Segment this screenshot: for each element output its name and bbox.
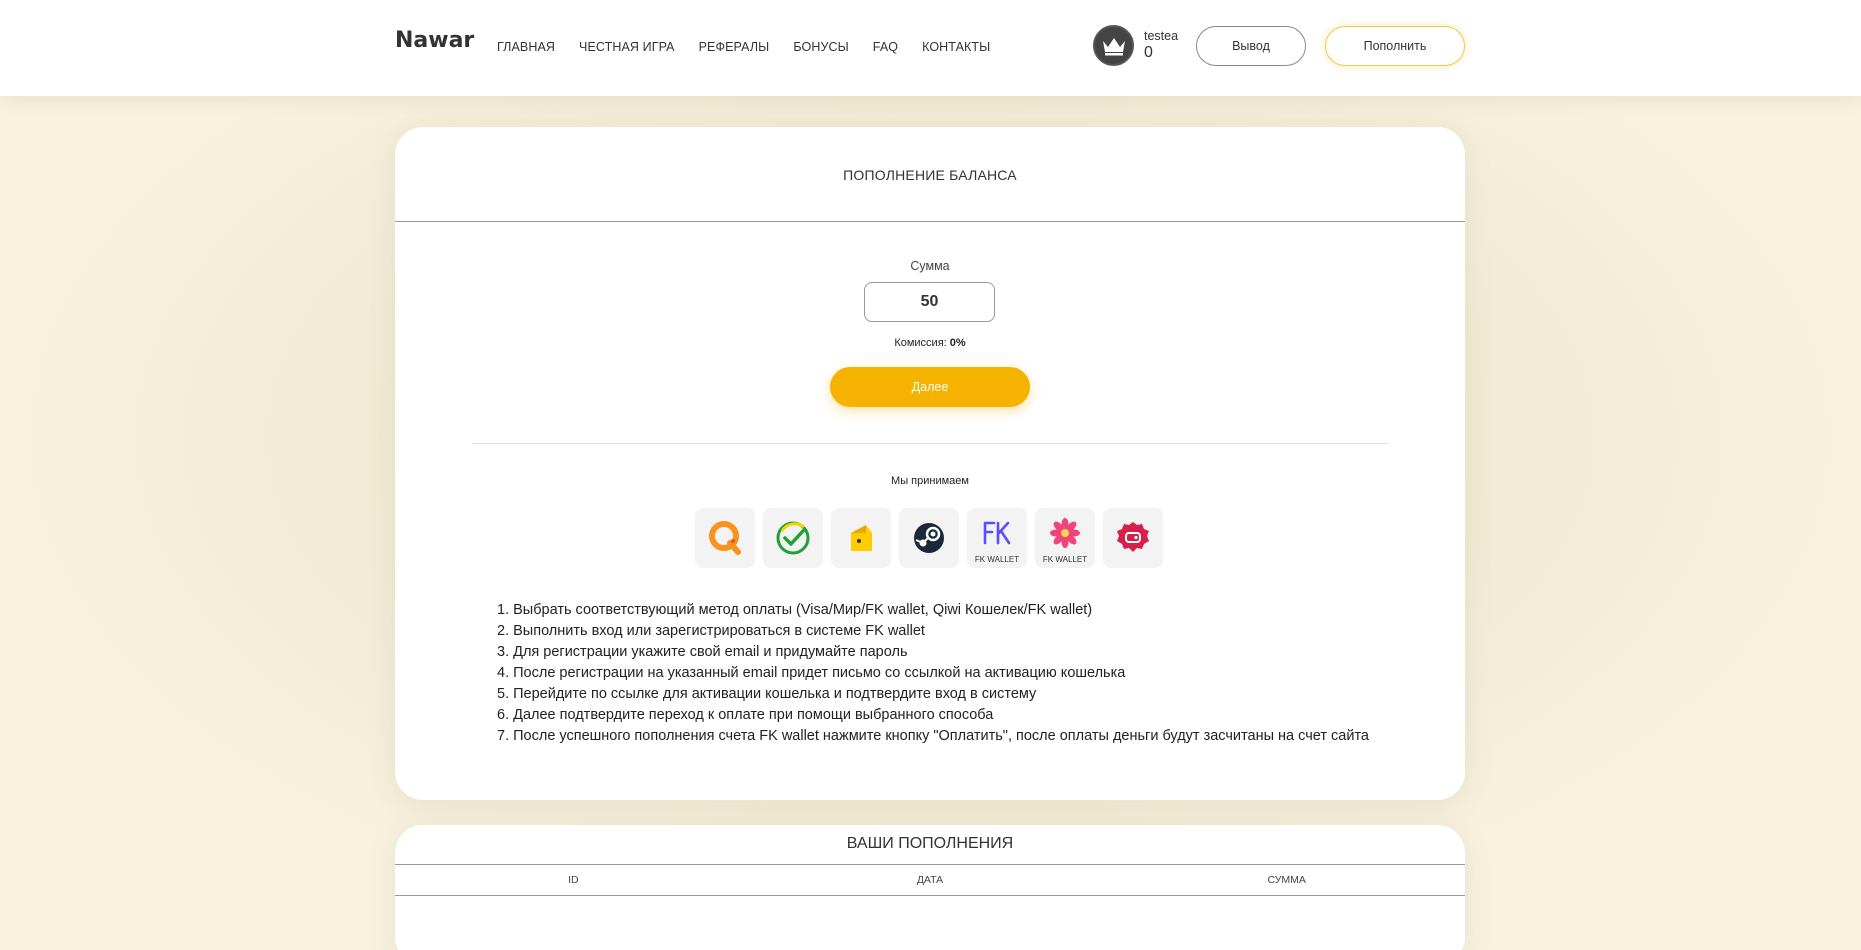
deposit-card: ПОПОЛНЕНИЕ БАЛАНСА Сумма Комиссия: 0% Да… <box>395 127 1465 800</box>
user-info: testea 0 <box>1144 29 1178 62</box>
instruction-step: 7. После успешного пополнения счета FK w… <box>497 728 1369 744</box>
method-caption: FK WALLET <box>974 555 1020 564</box>
deposit-button[interactable]: Пополнить <box>1325 26 1465 66</box>
main-nav: ГЛАВНАЯ ЧЕСТНАЯ ИГРА РЕФЕРАЛЫ БОНУСЫ FAQ… <box>497 40 1014 54</box>
sberbank-icon <box>776 521 810 555</box>
instruction-step: 3. Для регистрации укажите свой email и … <box>497 644 908 660</box>
nav-bonuses[interactable]: БОНУСЫ <box>793 40 848 54</box>
instruction-step: 6. Далее подтвердите переход к оплате пр… <box>497 707 994 723</box>
steam-icon <box>914 523 944 553</box>
history-card: ВАШИ ПОПОЛНЕНИЯ ID ДАТА СУММА <box>395 825 1465 950</box>
instruction-step: 2. Выполнить вход или зарегистрироваться… <box>497 623 925 639</box>
qiwi-icon <box>709 521 741 555</box>
flower-icon <box>1050 518 1080 548</box>
instruction-step: 1. Выбрать соответствующий метод оплаты … <box>497 602 1093 618</box>
divider <box>395 221 1465 222</box>
username: testea <box>1144 29 1179 43</box>
commission-value: 0% <box>949 337 966 349</box>
commission-label: Комиссия: <box>894 337 947 349</box>
history-table-header: ID ДАТА СУММА <box>395 864 1465 896</box>
method-yoomoney[interactable] <box>831 508 891 568</box>
instruction-step: 5. Перейдите по ссылке для активации кош… <box>497 686 1037 702</box>
site-logo[interactable]: Nawar <box>395 28 474 53</box>
column-date[interactable]: ДАТА <box>752 865 1109 895</box>
method-qiwi[interactable] <box>695 508 755 568</box>
method-fk-wallet[interactable]: FK WALLET <box>967 508 1027 568</box>
deposit-title: ПОПОЛНЕНИЕ БАЛАНСА <box>843 167 1017 183</box>
method-caption: FK WALLET <box>1042 555 1088 564</box>
avatar[interactable] <box>1093 25 1134 66</box>
nav-fair-game[interactable]: ЧЕСТНАЯ ИГРА <box>579 40 675 54</box>
user-panel[interactable]: testea 0 <box>1093 25 1178 66</box>
yoomoney-icon <box>851 525 872 551</box>
nav-contacts[interactable]: КОНТАКТЫ <box>922 40 990 54</box>
commission-text: Комиссия: 0% <box>395 337 1465 349</box>
column-id[interactable]: ID <box>395 865 752 895</box>
sum-label: Сумма <box>910 259 950 273</box>
method-steam[interactable] <box>899 508 959 568</box>
instructions-list: 1. Выбрать соответствующий метод оплаты … <box>497 600 1369 747</box>
crown-icon <box>1102 37 1125 55</box>
nav-home[interactable]: ГЛАВНАЯ <box>497 40 555 54</box>
nav-referrals[interactable]: РЕФЕРАЛЫ <box>699 40 770 54</box>
sum-input[interactable] <box>864 282 995 322</box>
badge-icon <box>1117 522 1149 552</box>
top-header: Nawar ГЛАВНАЯ ЧЕСТНАЯ ИГРА РЕФЕРАЛЫ БОНУ… <box>0 0 1861 96</box>
withdraw-button[interactable]: Вывод <box>1196 26 1306 66</box>
method-sberbank[interactable] <box>763 508 823 568</box>
instruction-step: 4. После регистрации на указанный email … <box>497 665 1126 681</box>
nav-faq[interactable]: FAQ <box>873 40 898 54</box>
method-fk-wallet-flower[interactable]: FK WALLET <box>1035 508 1095 568</box>
method-badge[interactable] <box>1103 508 1163 568</box>
history-title: ВАШИ ПОПОЛНЕНИЯ <box>846 835 1014 852</box>
fk-wallet-icon <box>983 521 1011 545</box>
next-button[interactable]: Далее <box>830 367 1030 407</box>
accept-label: Мы принимаем <box>891 475 969 487</box>
divider <box>472 443 1388 444</box>
column-sum[interactable]: СУММА <box>1108 865 1465 895</box>
payment-methods: FK WALLET FK WALLET <box>695 508 1163 568</box>
user-balance: 0 <box>1144 44 1153 61</box>
